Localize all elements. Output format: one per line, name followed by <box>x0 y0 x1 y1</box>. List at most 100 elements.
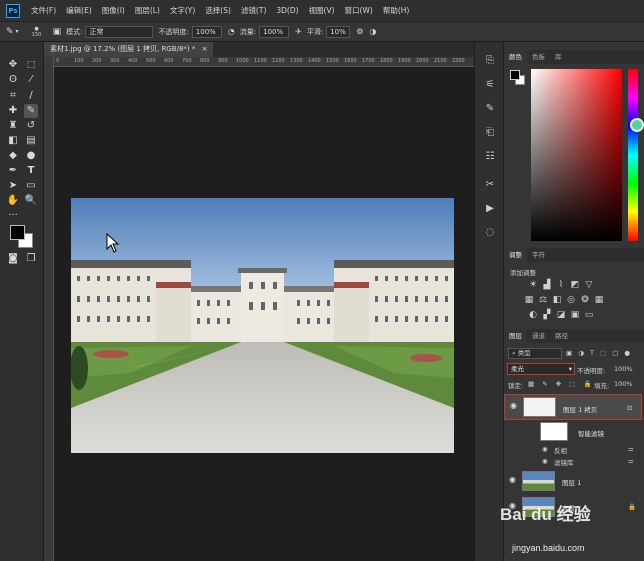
filter-invert-row[interactable]: ◉ 反相 ⚌ <box>504 443 642 455</box>
zoom-icon[interactable]: 🔍 <box>24 194 38 208</box>
pressure-opacity-icon[interactable]: ◔ <box>228 27 235 36</box>
layer-opacity-value[interactable]: 100% <box>614 365 633 373</box>
brush-presets-icon[interactable]: ✎ <box>483 102 497 116</box>
invert-icon[interactable]: ◐ <box>528 310 538 320</box>
document-tab[interactable]: 素材1.jpg @ 17.2% (图层 1 拷贝, RGB/8*) * × <box>44 42 214 57</box>
menu-window[interactable]: 窗口(W) <box>340 5 378 16</box>
tab-character[interactable]: 字符 <box>527 248 550 262</box>
path-select-icon[interactable]: ➤ <box>6 179 20 193</box>
layer-row-selected[interactable]: ◉ 图层 1 拷贝 ⊡ <box>504 394 642 420</box>
menu-3d[interactable]: 3D(D) <box>271 6 303 15</box>
menu-view[interactable]: 视图(V) <box>304 5 340 16</box>
eye-icon[interactable]: ◉ <box>510 401 520 411</box>
vibrance-icon[interactable]: ▽ <box>584 280 594 290</box>
threshold-icon[interactable]: ◪ <box>556 310 566 320</box>
marquee-icon[interactable]: ⬚ <box>24 58 38 72</box>
tool-presets-icon[interactable]: ☷ <box>483 150 497 164</box>
tab-channels[interactable]: 通道 <box>527 329 550 343</box>
color-picker-handle[interactable] <box>630 118 644 132</box>
lock-icons[interactable]: ▦ ✎ ✥ ⬚ 🔒 <box>528 380 595 388</box>
exposure-icon[interactable]: ◩ <box>570 280 580 290</box>
brush-preset-picker[interactable]: ● 150 <box>27 26 47 38</box>
filter-options-icon[interactable]: ⚌ <box>628 457 634 465</box>
gradient-map-icon[interactable]: ▭ <box>584 310 594 320</box>
menu-select[interactable]: 选择(S) <box>200 5 236 16</box>
rectangle-icon[interactable]: ▭ <box>24 179 38 193</box>
play-icon[interactable]: ▶ <box>483 202 497 216</box>
eye-icon[interactable]: ◉ <box>542 445 548 453</box>
airbrush-icon[interactable]: ✈ <box>295 27 302 36</box>
channel-mixer-icon[interactable]: ❂ <box>580 295 590 305</box>
posterize-icon[interactable]: ▞ <box>542 310 552 320</box>
menu-layer[interactable]: 图层(L) <box>130 5 165 16</box>
adjustments-icon[interactable]: ⚟ <box>483 78 497 92</box>
eye-icon[interactable]: ◉ <box>509 475 519 485</box>
color-balance-icon[interactable]: ⚖ <box>538 295 548 305</box>
menu-image[interactable]: 图像(I) <box>97 5 130 16</box>
chevron-down-icon[interactable]: ▾ <box>16 28 19 35</box>
color-picker-field[interactable] <box>531 69 622 241</box>
menu-edit[interactable]: 编辑(E) <box>61 5 97 16</box>
gear-icon[interactable]: ⚙ <box>356 27 363 36</box>
scissors-icon[interactable]: ✂ <box>483 178 497 192</box>
color-fg-swatch[interactable] <box>510 70 520 80</box>
eye-icon[interactable]: ◉ <box>542 457 548 465</box>
healing-icon[interactable]: ✚ <box>6 104 20 118</box>
type-icon[interactable]: T <box>24 164 38 178</box>
hue-slider[interactable] <box>628 69 638 241</box>
layer-filter-icons[interactable]: ▣ ◑ T ⬚ ▢ ● <box>566 349 632 357</box>
curves-icon[interactable]: ⌇ <box>556 280 566 290</box>
color-lookup-icon[interactable]: ▦ <box>594 295 604 305</box>
filter-gallery-row[interactable]: ◉ 滤镜库 ⚌ <box>504 455 642 467</box>
quick-mask-icon[interactable]: ◙ <box>6 252 20 266</box>
brush-tool-icon[interactable]: ✎ <box>24 104 38 118</box>
tab-swatches[interactable]: 色板 <box>527 50 550 64</box>
layer-filter-select[interactable]: ⌕ 类型 <box>508 348 562 359</box>
clone-source-icon[interactable]: ⎗ <box>483 126 497 140</box>
tab-libraries[interactable]: 库 <box>550 50 567 64</box>
menu-filter[interactable]: 滤镜(T) <box>236 5 271 16</box>
more-icon[interactable]: ··· <box>6 209 20 223</box>
smoothing-field[interactable]: 10% <box>326 25 351 38</box>
mode-select[interactable]: 正常 <box>85 25 154 38</box>
brush-icon[interactable]: ✎ <box>6 27 14 37</box>
blur-icon[interactable]: ◆ <box>6 149 20 163</box>
hand-icon[interactable]: ✋ <box>6 194 20 208</box>
crop-icon[interactable]: ⌗ <box>6 89 20 103</box>
history-icon[interactable]: ⎘ <box>483 54 497 68</box>
lasso-icon[interactable]: ʘ <box>6 73 20 87</box>
gradient-icon[interactable]: ▤ <box>24 134 38 148</box>
levels-icon[interactable]: ▟ <box>542 280 552 290</box>
magic-wand-icon[interactable]: ⁄ <box>24 73 38 87</box>
photo-filter-icon[interactable]: ◎ <box>566 295 576 305</box>
tab-adjustments[interactable]: 调整 <box>504 248 527 262</box>
history-brush-icon[interactable]: ↺ <box>24 119 38 133</box>
pen-icon[interactable]: ✒ <box>6 164 20 178</box>
smart-filter-row[interactable]: 智能滤镜 <box>504 422 642 442</box>
flow-field[interactable]: 100% <box>259 25 290 38</box>
tab-paths[interactable]: 路径 <box>550 329 573 343</box>
brightness-icon[interactable]: ☀ <box>528 280 538 290</box>
eraser-icon[interactable]: ◧ <box>6 134 20 148</box>
fill-value[interactable]: 100% <box>614 380 633 388</box>
close-icon[interactable]: × <box>202 45 208 53</box>
menu-type[interactable]: 文字(Y) <box>165 5 200 16</box>
dodge-icon[interactable]: ● <box>24 149 38 163</box>
pressure-size-icon[interactable]: ◑ <box>369 27 376 36</box>
stamp-icon[interactable]: ♜ <box>6 119 20 133</box>
document-image[interactable] <box>71 198 454 453</box>
selective-color-icon[interactable]: ▣ <box>570 310 580 320</box>
opacity-field[interactable]: 100% <box>191 25 222 38</box>
lightbulb-icon[interactable]: ◌ <box>483 226 497 240</box>
eyedropper-icon[interactable]: ∕ <box>24 89 38 103</box>
tab-layers[interactable]: 图层 <box>504 329 527 343</box>
layer-row[interactable]: ◉ 图层 1 <box>504 469 642 493</box>
menu-file[interactable]: 文件(F) <box>26 5 61 16</box>
screen-mode-icon[interactable]: ❐ <box>24 252 38 266</box>
brush-settings-icon[interactable]: ▣ <box>53 27 62 37</box>
filter-options-icon[interactable]: ⚌ <box>628 445 634 453</box>
black-white-icon[interactable]: ◧ <box>552 295 562 305</box>
blend-mode-select[interactable]: 柔光 ▾ <box>507 363 575 375</box>
move-icon[interactable]: ✥ <box>6 58 20 72</box>
tab-color[interactable]: 颜色 <box>504 50 527 64</box>
